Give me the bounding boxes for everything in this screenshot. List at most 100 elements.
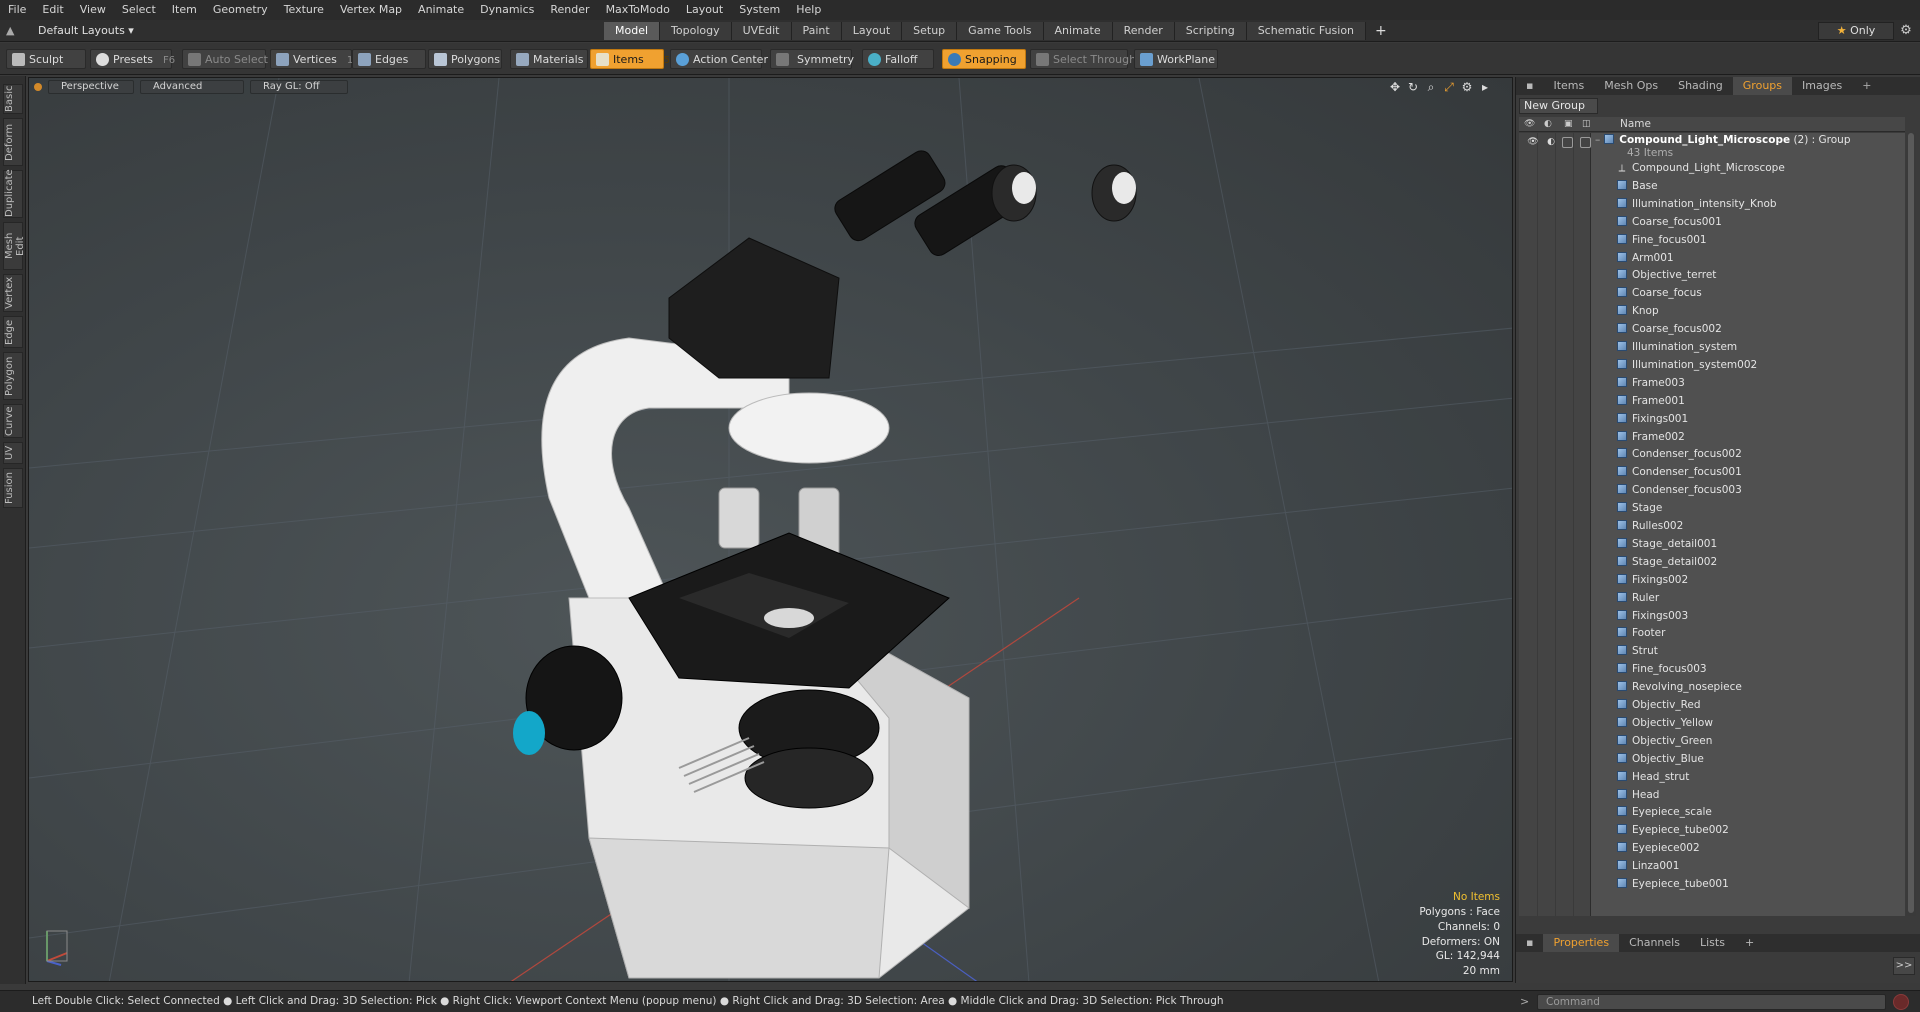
- layout-tab[interactable]: UVEdit: [731, 22, 792, 40]
- list-item[interactable]: Objectiv_Green: [1591, 732, 1905, 750]
- select-through-button[interactable]: Select Through: [1030, 49, 1136, 69]
- fit-view-icon[interactable]: ⤢: [1442, 80, 1456, 94]
- list-item[interactable]: Ruler: [1591, 589, 1905, 607]
- menu-item[interactable]: Render: [542, 0, 597, 20]
- layout-switch-icon[interactable]: ▲: [6, 24, 20, 38]
- left-tab[interactable]: Edge: [3, 316, 23, 348]
- list-item[interactable]: Footer: [1591, 624, 1905, 642]
- raygl-button[interactable]: Ray GL: Off: [250, 80, 348, 94]
- menu-item[interactable]: Animate: [410, 0, 472, 20]
- layout-tab[interactable]: Model: [604, 22, 661, 40]
- list-item[interactable]: ⟂ Compound_Light_Microscope: [1591, 159, 1905, 177]
- list-item[interactable]: Condenser_focus002: [1591, 445, 1905, 463]
- list-item[interactable]: Head_strut: [1591, 768, 1905, 786]
- list-item[interactable]: Illumination_system: [1591, 338, 1905, 356]
- list-item[interactable]: Frame003: [1591, 374, 1905, 392]
- expand-properties-button[interactable]: >>: [1893, 957, 1915, 975]
- menu-item[interactable]: Item: [164, 0, 205, 20]
- name-column-header[interactable]: Name: [1620, 117, 1651, 132]
- menu-item[interactable]: MaxToModo: [598, 0, 678, 20]
- viewport-menu-icon[interactable]: [34, 83, 42, 91]
- list-item[interactable]: Base: [1591, 177, 1905, 195]
- group-visibility-icon[interactable]: 👁: [1527, 137, 1539, 147]
- auto-select-button[interactable]: Auto Select: [182, 49, 268, 69]
- symmetry-button[interactable]: Symmetry: [770, 49, 854, 69]
- visibility-col-icon[interactable]: 👁: [1524, 119, 1535, 129]
- list-scroll-thumb[interactable]: [1908, 133, 1914, 913]
- list-item[interactable]: Stage: [1591, 499, 1905, 517]
- list-item[interactable]: Linza001: [1591, 857, 1905, 875]
- snapping-button[interactable]: Snapping: [942, 49, 1026, 69]
- layout-tab[interactable]: Schematic Fusion: [1246, 22, 1367, 40]
- zoom-view-icon[interactable]: ⌕: [1424, 80, 1438, 94]
- menu-item[interactable]: File: [0, 0, 34, 20]
- list-item[interactable]: Objectiv_Blue: [1591, 750, 1905, 768]
- menu-item[interactable]: Layout: [678, 0, 731, 20]
- list-item[interactable]: Illumination_intensity_Knob: [1591, 195, 1905, 213]
- list-item[interactable]: Fixings002: [1591, 571, 1905, 589]
- left-tab[interactable]: Mesh Edit: [3, 222, 26, 270]
- layout-tab[interactable]: Render: [1112, 22, 1175, 40]
- action-center-button[interactable]: Action Center: [670, 49, 768, 69]
- render-col-icon[interactable]: ◐: [1544, 119, 1554, 129]
- list-item[interactable]: Revolving_nosepiece: [1591, 678, 1905, 696]
- list-item[interactable]: Fine_focus003: [1591, 660, 1905, 678]
- layout-tab[interactable]: Setup: [902, 22, 958, 40]
- menu-item[interactable]: System: [731, 0, 788, 20]
- layout-tab[interactable]: Animate: [1043, 22, 1113, 40]
- menu-item[interactable]: Select: [114, 0, 164, 20]
- panel-menu-icon[interactable]: ▪: [1516, 77, 1543, 95]
- menu-item[interactable]: Edit: [34, 0, 71, 20]
- menu-item[interactable]: View: [72, 0, 114, 20]
- materials-button[interactable]: Materials: [510, 49, 588, 69]
- layout-tab[interactable]: Topology: [660, 22, 732, 40]
- menu-item[interactable]: Dynamics: [472, 0, 542, 20]
- list-item[interactable]: Eyepiece002: [1591, 839, 1905, 857]
- list-scrollbar[interactable]: [1906, 133, 1916, 916]
- layouts-dropdown[interactable]: Default Layouts ▾: [30, 23, 142, 39]
- layout-tab[interactable]: Paint: [791, 22, 842, 40]
- layout-tab[interactable]: Scripting: [1174, 22, 1247, 40]
- props-menu-icon[interactable]: ▪: [1516, 934, 1543, 952]
- list-item[interactable]: Stage_detail001: [1591, 535, 1905, 553]
- list-item[interactable]: Fixings001: [1591, 410, 1905, 428]
- list-item[interactable]: Rulles002: [1591, 517, 1905, 535]
- panel-tab[interactable]: Shading: [1668, 77, 1733, 95]
- falloff-button[interactable]: Falloff: [862, 49, 934, 69]
- properties-tab[interactable]: Lists: [1690, 934, 1735, 952]
- layout-tab[interactable]: Game Tools: [957, 22, 1044, 40]
- list-item[interactable]: Eyepiece_scale: [1591, 803, 1905, 821]
- left-tab[interactable]: Curve: [3, 404, 23, 438]
- list-item[interactable]: Condenser_focus003: [1591, 481, 1905, 499]
- list-item[interactable]: Objective_terret: [1591, 266, 1905, 284]
- add-tab-icon[interactable]: +: [1366, 22, 1396, 40]
- advanced-button[interactable]: Advanced: [140, 80, 244, 94]
- left-tab[interactable]: Duplicate: [3, 169, 23, 218]
- list-item[interactable]: Stage_detail002: [1591, 553, 1905, 571]
- menu-item[interactable]: Texture: [276, 0, 332, 20]
- list-item[interactable]: Objectiv_Red: [1591, 696, 1905, 714]
- polygons-button[interactable]: Polygons: [428, 49, 502, 69]
- left-tab[interactable]: Basic: [3, 84, 23, 114]
- menu-item[interactable]: Geometry: [205, 0, 276, 20]
- properties-tab[interactable]: Channels: [1619, 934, 1690, 952]
- left-tab[interactable]: UV: [3, 442, 23, 464]
- expand-arrow-icon[interactable]: ▸: [1478, 80, 1492, 94]
- perspective-button[interactable]: Perspective: [48, 80, 134, 94]
- list-item[interactable]: Illumination_system002: [1591, 356, 1905, 374]
- panel-tab[interactable]: Items: [1543, 77, 1594, 95]
- only-button[interactable]: ★ Only: [1818, 22, 1894, 40]
- workplane-button[interactable]: WorkPlane: [1134, 49, 1218, 69]
- list-item[interactable]: Knop: [1591, 302, 1905, 320]
- list-item[interactable]: Coarse_focus: [1591, 284, 1905, 302]
- new-group-button[interactable]: New Group: [1519, 98, 1598, 114]
- view-settings-icon[interactable]: ⚙: [1460, 80, 1474, 94]
- list-item[interactable]: Frame001: [1591, 392, 1905, 410]
- list-item[interactable]: Strut: [1591, 642, 1905, 660]
- left-tab[interactable]: Deform: [3, 118, 23, 166]
- list-item[interactable]: Eyepiece_tube001: [1591, 875, 1905, 893]
- move-view-icon[interactable]: ✥: [1388, 80, 1402, 94]
- gear-icon[interactable]: ⚙: [1898, 23, 1914, 39]
- vertices-button[interactable]: Vertices 1: [270, 49, 353, 69]
- list-item[interactable]: Frame002: [1591, 428, 1905, 446]
